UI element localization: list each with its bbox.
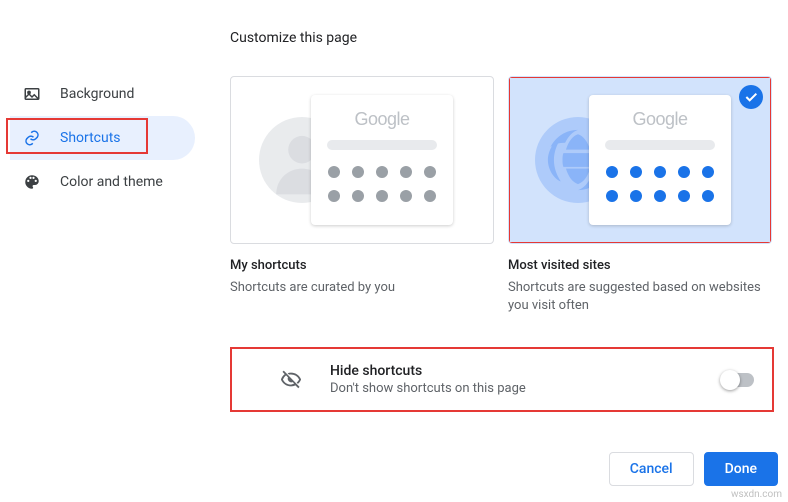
sidebar-item-label: Shortcuts [60, 130, 121, 146]
toggle-knob [720, 370, 740, 390]
search-bar-icon [327, 140, 437, 150]
hide-shortcuts-toggle[interactable] [722, 373, 754, 387]
mini-browser-preview: Google [589, 95, 731, 225]
option-title: Most visited sites [508, 258, 772, 273]
google-logo: Google [632, 109, 687, 130]
shortcut-dots [606, 166, 714, 202]
cancel-button[interactable]: Cancel [609, 452, 694, 486]
sidebar-item-background[interactable]: Background [10, 72, 195, 116]
page-title: Customize this page [230, 30, 778, 46]
sidebar-item-color-theme[interactable]: Color and theme [10, 160, 195, 204]
google-logo: Google [354, 109, 409, 130]
option-preview: Google [230, 76, 494, 244]
sidebar-item-label: Color and theme [60, 174, 163, 190]
footer-actions: Cancel Done [609, 452, 778, 486]
checkmark-icon [739, 85, 763, 109]
shortcut-options: Google My shortcuts Shortcuts are curate… [230, 76, 778, 315]
mini-browser-preview: Google [311, 95, 453, 225]
search-bar-icon [605, 140, 715, 150]
watermark: wsxdn.com [731, 489, 782, 500]
option-title: My shortcuts [230, 258, 494, 273]
hide-text: Hide shortcuts Don't show shortcuts on t… [330, 363, 722, 396]
option-my-shortcuts[interactable]: Google My shortcuts Shortcuts are curate… [230, 76, 494, 315]
hide-title: Hide shortcuts [330, 363, 722, 379]
main-content: Customize this page Google My shortcuts … [230, 30, 778, 412]
option-preview: Google [508, 76, 772, 244]
sidebar: Background Shortcuts Color and theme [10, 72, 195, 204]
shortcut-dots [328, 166, 436, 202]
link-icon [22, 128, 42, 148]
sidebar-item-label: Background [60, 86, 134, 102]
image-icon [22, 84, 42, 104]
visibility-off-icon [280, 369, 302, 391]
option-most-visited[interactable]: Google Most visited sites Shortcuts are … [508, 76, 772, 315]
option-desc: Shortcuts are curated by you [230, 279, 494, 297]
sidebar-item-shortcuts[interactable]: Shortcuts [10, 116, 195, 160]
option-desc: Shortcuts are suggested based on website… [508, 279, 772, 315]
done-button[interactable]: Done [704, 452, 778, 486]
hide-desc: Don't show shortcuts on this page [330, 381, 722, 396]
hide-shortcuts-row: Hide shortcuts Don't show shortcuts on t… [230, 347, 774, 412]
palette-icon [22, 172, 42, 192]
